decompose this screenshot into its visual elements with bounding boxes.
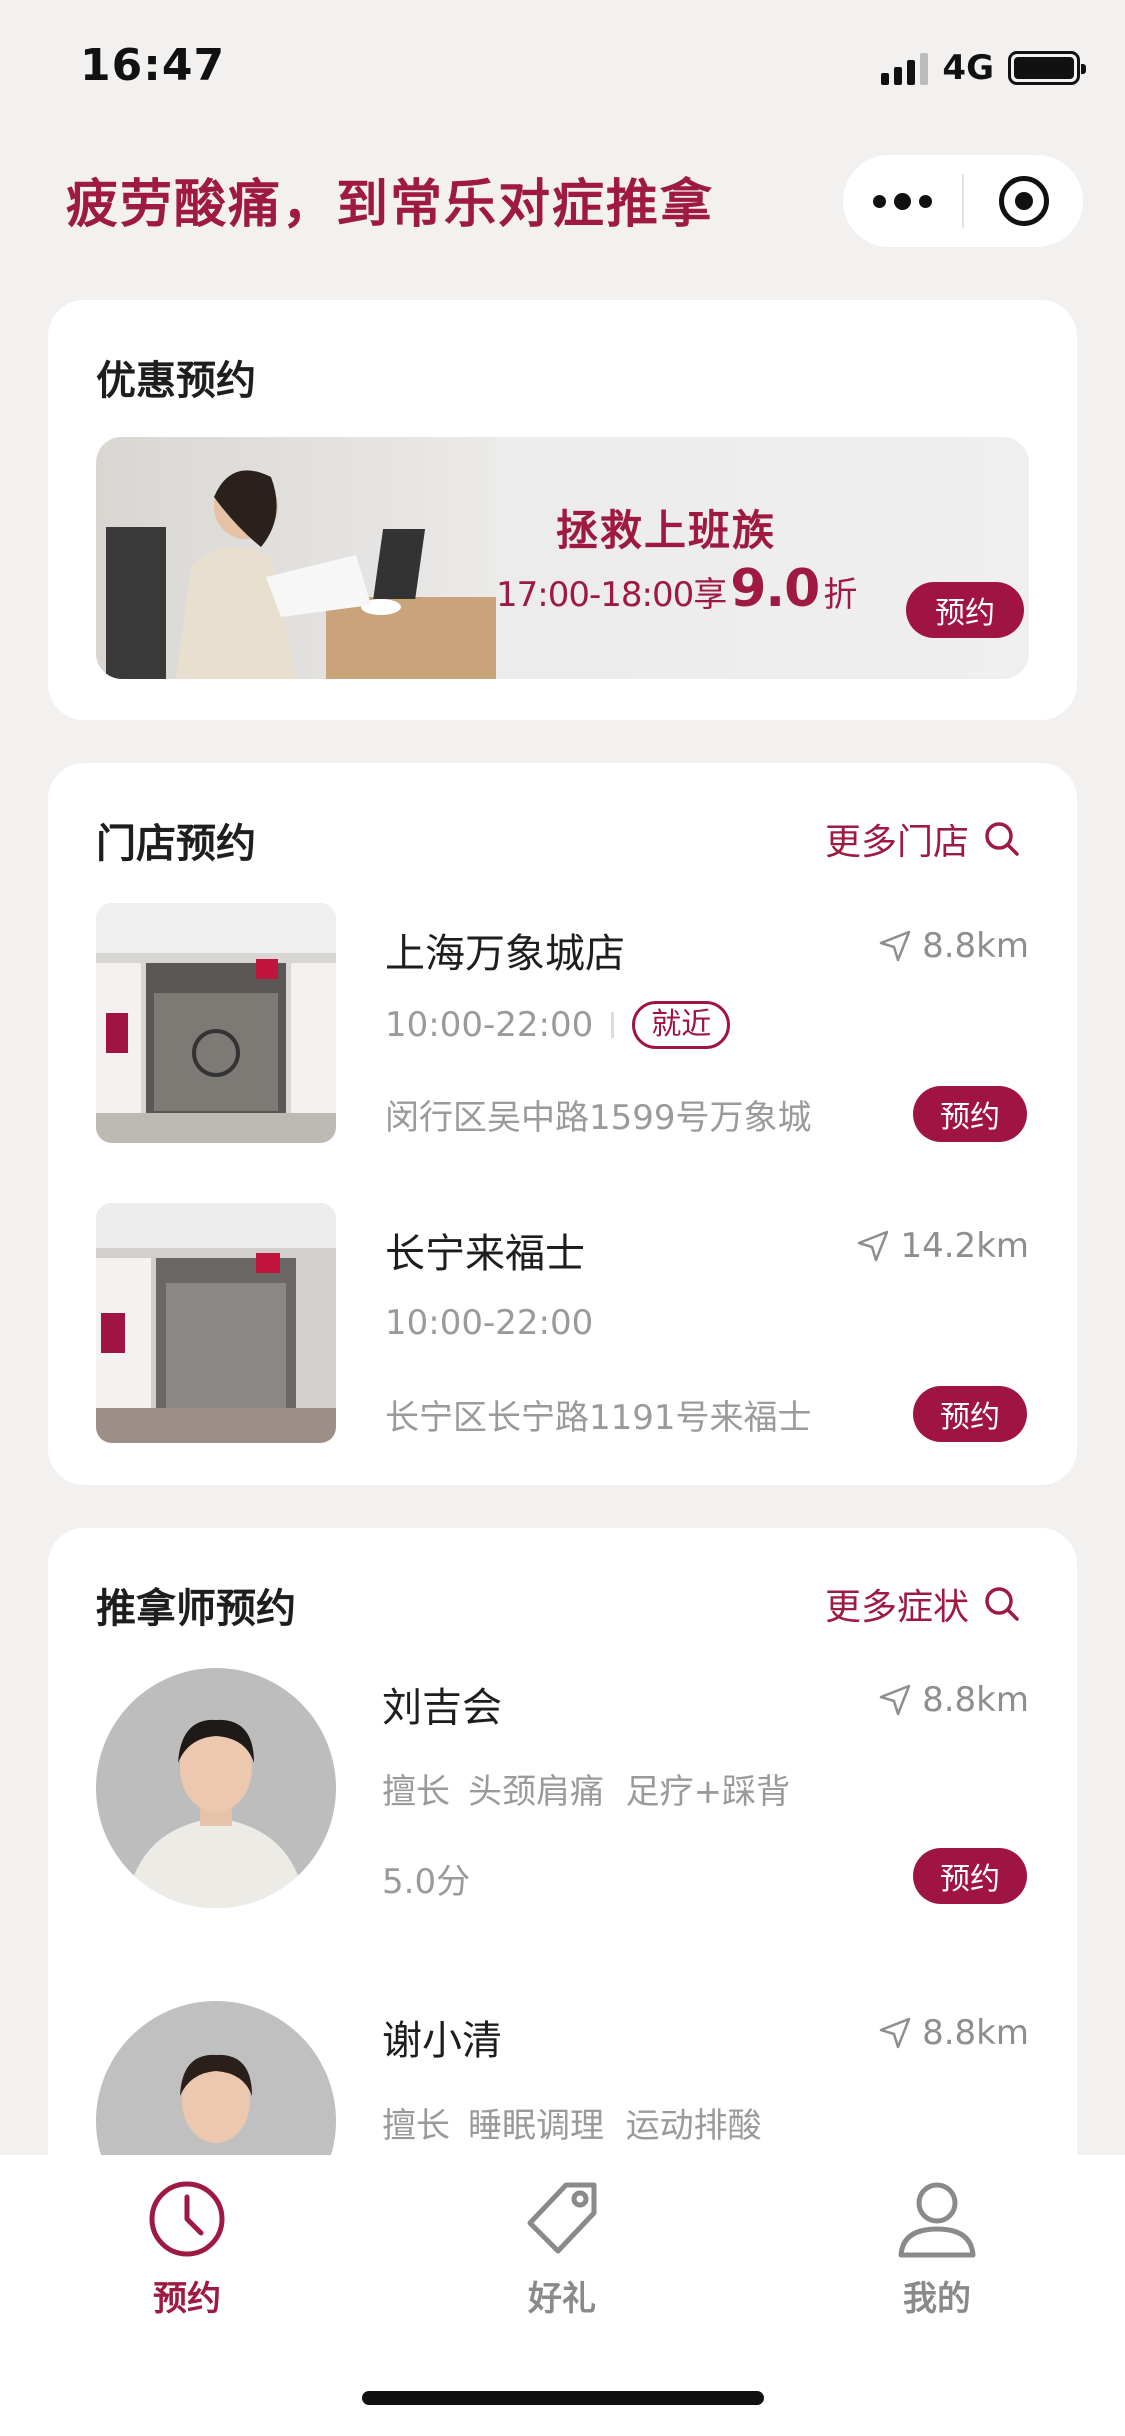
store-name: 长宁来福士 [385, 1231, 585, 1277]
more-symptoms-link[interactable]: 更多症状 [825, 1578, 1021, 1630]
store-book-button[interactable]: 预约 [913, 1386, 1027, 1442]
stores-card: 门店预约 更多门店 上海万象城店 8.8km 10:00-22:00 就近 闵行… [48, 763, 1077, 1485]
clock-icon [149, 2181, 225, 2257]
store-distance-value: 8.8km [922, 926, 1029, 966]
page-title: 疲劳酸痛，到常乐对症推拿 [66, 175, 715, 235]
store-photo [96, 903, 336, 1143]
target-icon [998, 176, 1049, 226]
battery-icon [1008, 51, 1086, 85]
stores-section-title: 门店预约 [96, 821, 256, 867]
store-hours: 10:00-22:00 [385, 1303, 594, 1343]
tab-label: 好礼 [528, 2279, 596, 2319]
banner-unit: 折 [823, 575, 857, 615]
therapist-name: 刘吉会 [382, 1685, 502, 1731]
status-bar: 16:47 4G [0, 0, 1125, 135]
navigation-arrow-icon [879, 1684, 911, 1716]
close-miniprogram-button[interactable] [964, 155, 1083, 247]
therapist-distance-value: 8.8km [922, 1680, 1029, 1720]
more-symptoms-label: 更多症状 [824, 1587, 969, 1628]
tab-gifts[interactable]: 好礼 [482, 2179, 642, 2320]
store-hours-row: 10:00-22:00 [385, 1303, 593, 1343]
therapist-name: 谢小清 [382, 2018, 502, 2064]
navigation-arrow-icon [879, 930, 911, 962]
therapist-specialties-row: 擅长 睡眠调理 运动排酸 [382, 2098, 762, 2147]
miniprogram-capsule [843, 155, 1083, 247]
specialty-label: 擅长 [382, 2106, 450, 2146]
navigation-arrow-icon [879, 2017, 911, 2049]
specialty-label: 擅长 [382, 1772, 450, 1812]
therapist-score: 5.0分 [382, 1862, 471, 1902]
search-icon [983, 820, 1021, 858]
signal-icon [881, 51, 929, 85]
promo-section-title: 优惠预约 [96, 358, 256, 404]
tab-booking[interactable]: 预约 [107, 2179, 267, 2320]
store-hours: 10:00-22:00 [385, 1005, 594, 1045]
store-distance: 8.8km [878, 926, 1029, 966]
therapist-specialties: 睡眠调理 运动排酸 [468, 2106, 762, 2146]
therapist-specialties: 头颈肩痛 足疗+踩背 [468, 1772, 791, 1812]
banner-title: 拯救上班族 [556, 506, 777, 555]
therapist-distance-value: 8.8km [922, 2013, 1029, 2053]
promo-card: 优惠预约 拯救上班族 17:00-18:00享 9.0 折 预约 [48, 300, 1077, 720]
therapist-book-button[interactable]: 预约 [913, 1848, 1027, 1904]
banner-offer: 17:00-18:00享 9.0 折 [496, 559, 857, 619]
store-name: 上海万象城店 [385, 931, 625, 977]
tag-icon [527, 2182, 597, 2254]
tab-label: 我的 [903, 2279, 971, 2319]
network-label: 4G [942, 48, 994, 88]
store-address: 闵行区吴中路1599号万象城 [385, 1098, 812, 1138]
tab-profile[interactable]: 我的 [857, 2179, 1017, 2320]
therapist-avatar [96, 1668, 336, 1908]
store-hours-row: 10:00-22:00 就近 [385, 1001, 731, 1049]
store-distance: 14.2km [856, 1226, 1029, 1266]
store-distance-value: 14.2km [900, 1226, 1029, 1266]
office-worker-photo [96, 437, 496, 679]
status-time: 16:47 [80, 40, 226, 91]
nearest-badge: 就近 [632, 1001, 731, 1049]
status-indicators: 4G [881, 48, 1086, 88]
more-stores-label: 更多门店 [824, 822, 969, 863]
store-photo [96, 1203, 336, 1443]
store-address: 长宁区长宁路1191号来福士 [385, 1398, 812, 1438]
banner-discount: 9.0 [730, 559, 820, 619]
banner-time: 17:00-18:00享 [496, 575, 727, 615]
therapist-specialties-row: 擅长 头颈肩痛 足疗+踩背 [382, 1764, 790, 1813]
therapist-distance: 8.8km [878, 1680, 1029, 1720]
promo-book-button[interactable]: 预约 [906, 582, 1024, 638]
user-icon [898, 2182, 976, 2258]
home-indicator[interactable] [362, 2391, 764, 2405]
search-icon [983, 1585, 1021, 1623]
more-stores-link[interactable]: 更多门店 [825, 813, 1021, 865]
promo-banner[interactable]: 拯救上班族 17:00-18:00享 9.0 折 预约 [96, 437, 1029, 679]
therapists-section-title: 推拿师预约 [96, 1586, 296, 1632]
store-book-button[interactable]: 预约 [913, 1086, 1027, 1142]
more-menu-button[interactable] [843, 155, 962, 247]
therapist-distance: 8.8km [878, 2013, 1029, 2053]
more-dots-icon [873, 192, 932, 210]
navigation-arrow-icon [858, 1230, 889, 1262]
tab-label: 预约 [153, 2279, 221, 2319]
